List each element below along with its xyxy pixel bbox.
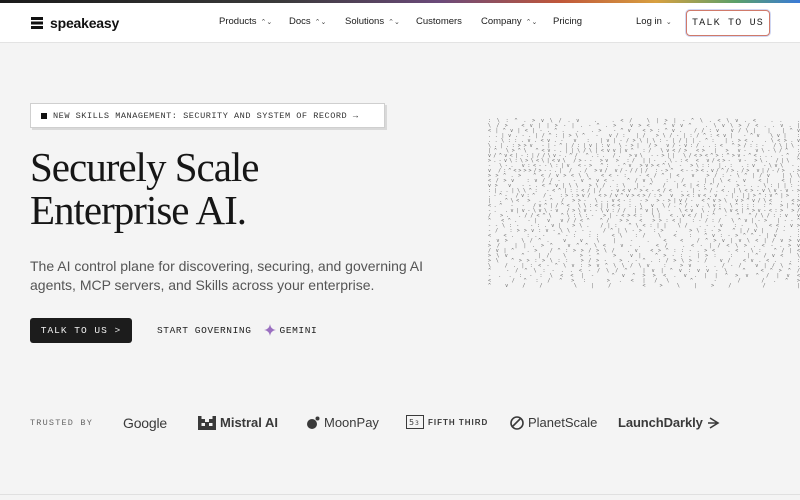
nav-products-label: Products (219, 16, 257, 27)
planetscale-icon (510, 415, 524, 430)
gemini-sparkle-icon (263, 324, 276, 336)
login-link[interactable]: Log in ⌄ (636, 16, 672, 27)
announcement-text: NEW SKILLS MANAGEMENT: SECURITY AND SYST… (53, 110, 359, 121)
nav-customers[interactable]: Customers (416, 16, 462, 27)
launchdarkly-arrow-icon (707, 416, 720, 429)
moonpay-logo-text: MoonPay (324, 415, 379, 430)
fifth-third-logo: 5 3 FIFTH THIRD (406, 415, 488, 429)
chevron-updown-icon: ⌃⌄ (388, 18, 400, 26)
gemini-label: GEMINI (279, 324, 318, 336)
nav-solutions[interactable]: Solutions ⌃⌄ (345, 16, 400, 27)
hero-title: Securely Scale Enterprise AI. (30, 146, 450, 232)
chevron-updown-icon: ⌃⌄ (314, 18, 327, 26)
google-logo: Google (123, 415, 167, 431)
nav-products[interactable]: Products ⌃⌄ (219, 16, 272, 27)
chevron-updown-icon: ⌃⌄ (260, 18, 273, 26)
start-governing-label: START GOVERNING (157, 324, 252, 336)
moonpay-dot-icon (307, 416, 320, 429)
nav-docs[interactable]: Docs ⌃⌄ (289, 16, 326, 27)
planetscale-logo-text: PlanetScale (528, 415, 598, 430)
ascii-art-row: -. .v|v-\v\-v />\v--\v:// |^v|\ - \<v \.… (488, 208, 800, 214)
hero-title-line-1: Securely Scale (30, 144, 259, 190)
planetscale-logo: PlanetScale (510, 415, 597, 430)
talk-to-us-button[interactable]: TALK TO US > (30, 318, 132, 343)
ascii-eye-illustration: :\:^.>v\/.v . .</ \|>|-^\.<\v.< .. . \/>… (488, 118, 800, 289)
nav-solutions-label: Solutions (345, 16, 385, 27)
mistral-m-icon (198, 415, 216, 430)
ascii-art-row: /v|^ .> /^:>>/>\/ .v <>^::-.>< .<.\: ^/|… (488, 248, 800, 254)
section-divider (0, 494, 800, 495)
mistral-logo: Mistral AI (198, 415, 278, 430)
chevron-down-icon: ⌄ (665, 18, 672, 26)
main-nav: Products ⌃⌄ Docs ⌃⌄ Solutions ⌃⌄ Custome… (0, 3, 800, 43)
square-bullet-icon (41, 112, 47, 119)
svg-text:5: 5 (409, 418, 414, 427)
hero-title-line-2: Enterprise AI. (30, 187, 247, 233)
mistral-logo-text: Mistral AI (220, 415, 279, 430)
nav-docs-label: Docs (289, 16, 311, 27)
site-header: speakeasy Products ⌃⌄ Docs ⌃⌄ Solutions … (0, 3, 800, 43)
nav-company[interactable]: Company ⌃⌄ (481, 16, 537, 27)
trusted-by-label: TRUSTED BY (30, 418, 94, 428)
hero-subtitle: The AI control plane for discovering, se… (30, 258, 424, 293)
chevron-updown-icon: ⌃⌄ (525, 18, 538, 26)
nav-pricing[interactable]: Pricing (553, 16, 582, 27)
fifth-third-logo-text: FIFTH THIRD (428, 417, 489, 427)
nav-pricing-label: Pricing (553, 16, 583, 27)
ascii-art-row: < <. :.- ^-: :: <\ :/ \ < : ^v:->^^-|v .… (488, 233, 800, 239)
moonpay-logo: MoonPay (306, 415, 379, 430)
launchdarkly-logo-text: LaunchDarkly (618, 415, 703, 430)
talk-to-us-header-button[interactable]: TALK TO US (686, 10, 770, 36)
launchdarkly-logo: LaunchDarkly (618, 415, 721, 430)
login-label: Log in (636, 16, 662, 27)
google-logo-text: Google (123, 415, 167, 431)
ascii-art-row: :\:^.>v\/.v . .</ \|>|-^\.<\v.< .. . (488, 118, 800, 124)
svg-text:3: 3 (415, 420, 419, 427)
nav-company-label: Company (481, 16, 522, 27)
ascii-art-row: >\ ^>>:>\:: >/>- >.-^.:/>\>./ v/ <v.<. .… (488, 258, 800, 264)
announcement-banner[interactable]: NEW SKILLS MANAGEMENT: SECURITY AND SYST… (30, 103, 385, 128)
gemini-tag: GEMINI (263, 324, 318, 336)
fifth-third-emblem-icon: 5 3 (406, 415, 424, 429)
start-governing-button[interactable]: START GOVERNING GEMINI (157, 324, 317, 336)
nav-customers-label: Customers (416, 16, 462, 27)
